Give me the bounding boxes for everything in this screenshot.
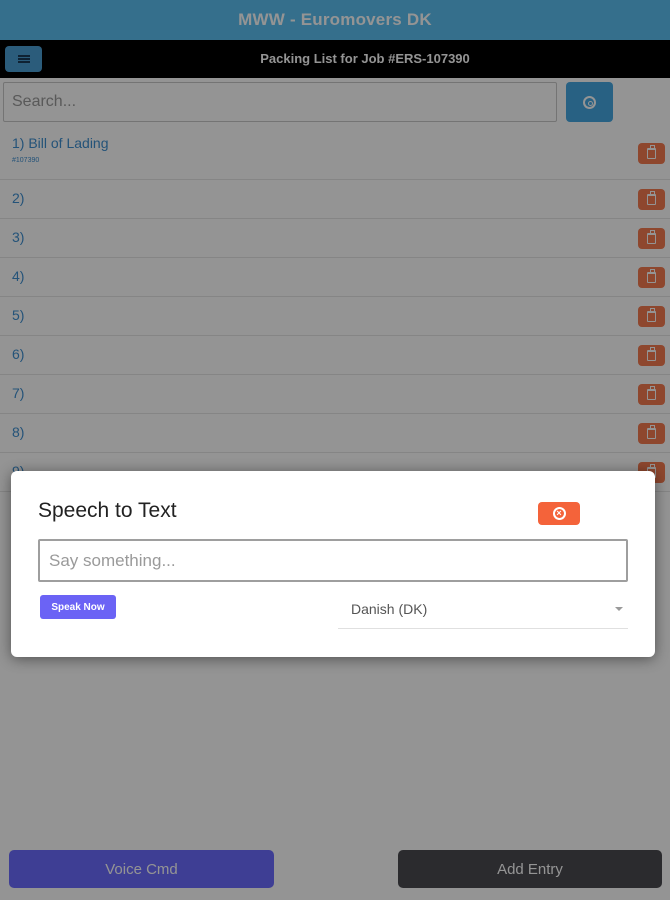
language-selected-value: Danish (DK)	[351, 601, 428, 617]
modal-backdrop[interactable]	[0, 0, 670, 900]
speech-to-text-dialog: Speech to Text × Speak Now Danish (DK)	[11, 471, 655, 657]
language-select[interactable]: Danish (DK)	[338, 593, 628, 629]
close-circle-icon: ×	[552, 507, 566, 520]
dialog-title: Speech to Text	[38, 499, 177, 522]
close-button[interactable]: ×	[538, 502, 580, 525]
app-screen: MWW - Euromovers DK Packing List for Job…	[0, 0, 670, 900]
speech-text-input[interactable]	[38, 539, 628, 582]
speak-now-button[interactable]: Speak Now	[40, 595, 116, 619]
chevron-down-icon	[615, 607, 623, 611]
